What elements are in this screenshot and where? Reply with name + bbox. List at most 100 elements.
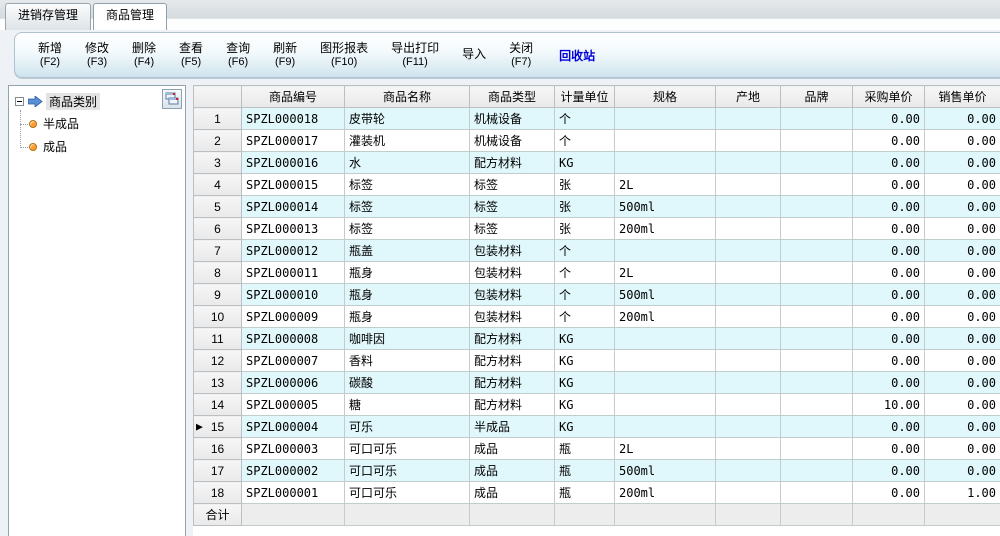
cell-unit[interactable]: 个 <box>555 262 615 284</box>
cell-name[interactable]: 标签 <box>345 218 470 240</box>
cell-brand[interactable] <box>781 416 853 438</box>
cell-name[interactable]: 咖啡因 <box>345 328 470 350</box>
cell-origin[interactable] <box>716 218 781 240</box>
cell-origin[interactable] <box>716 262 781 284</box>
cell-spec[interactable] <box>615 350 716 372</box>
cell-spec[interactable]: 500ml <box>615 284 716 306</box>
cell-sale[interactable]: 0.00 <box>925 262 1000 284</box>
cell-brand[interactable] <box>781 196 853 218</box>
cell-spec[interactable] <box>615 108 716 130</box>
cell-type[interactable]: 包装材料 <box>470 262 555 284</box>
cell-unit[interactable]: 个 <box>555 108 615 130</box>
cell-brand[interactable] <box>781 438 853 460</box>
cell-brand[interactable] <box>781 284 853 306</box>
cell-origin[interactable] <box>716 240 781 262</box>
column-header[interactable]: 品牌 <box>781 86 853 108</box>
cell-purchase[interactable]: 0.00 <box>853 350 925 372</box>
table-row[interactable]: 12SPZL000007香料配方材料KG0.000.00 <box>194 350 1000 372</box>
cell-purchase[interactable]: 0.00 <box>853 130 925 152</box>
cell-name[interactable]: 瓶身 <box>345 306 470 328</box>
cell-sale[interactable]: 0.00 <box>925 174 1000 196</box>
cell-origin[interactable] <box>716 482 781 504</box>
column-header[interactable]: 销售单价 <box>925 86 1000 108</box>
cell-name[interactable]: 糖 <box>345 394 470 416</box>
cell-type[interactable]: 机械设备 <box>470 108 555 130</box>
cell-unit[interactable]: 个 <box>555 240 615 262</box>
cell-spec[interactable] <box>615 416 716 438</box>
table-row[interactable]: 5SPZL000014标签标签张500ml0.000.00 <box>194 196 1000 218</box>
cell-brand[interactable] <box>781 152 853 174</box>
cell-type[interactable]: 配方材料 <box>470 350 555 372</box>
cell-name[interactable]: 香料 <box>345 350 470 372</box>
cell-purchase[interactable]: 0.00 <box>853 306 925 328</box>
cell-brand[interactable] <box>781 108 853 130</box>
cell-unit[interactable]: KG <box>555 152 615 174</box>
cell-unit[interactable]: 瓶 <box>555 482 615 504</box>
row-number-cell[interactable]: 4 <box>194 174 242 196</box>
cell-origin[interactable] <box>716 438 781 460</box>
cell-type[interactable]: 配方材料 <box>470 372 555 394</box>
cell-origin[interactable] <box>716 328 781 350</box>
cell-origin[interactable] <box>716 152 781 174</box>
cell-origin[interactable] <box>716 130 781 152</box>
toolbar-button-新增[interactable]: 新增 (F2) <box>31 39 69 71</box>
cell-type[interactable]: 半成品 <box>470 416 555 438</box>
cell-brand[interactable] <box>781 174 853 196</box>
column-header[interactable]: 规格 <box>615 86 716 108</box>
cell-unit[interactable]: 张 <box>555 196 615 218</box>
table-row[interactable]: 4SPZL000015标签标签张2L0.000.00 <box>194 174 1000 196</box>
cell-code[interactable]: SPZL000002 <box>242 460 345 482</box>
table-row[interactable]: 2SPZL000017灌装机机械设备个0.000.00 <box>194 130 1000 152</box>
cell-sale[interactable]: 0.00 <box>925 306 1000 328</box>
cell-brand[interactable] <box>781 262 853 284</box>
row-number-cell[interactable]: 7 <box>194 240 242 262</box>
cell-spec[interactable] <box>615 328 716 350</box>
row-number-cell[interactable]: 12 <box>194 350 242 372</box>
cell-purchase[interactable]: 0.00 <box>853 438 925 460</box>
cell-brand[interactable] <box>781 350 853 372</box>
cell-origin[interactable] <box>716 416 781 438</box>
cell-unit[interactable]: KG <box>555 372 615 394</box>
cell-spec[interactable]: 200ml <box>615 482 716 504</box>
cell-type[interactable]: 配方材料 <box>470 394 555 416</box>
cell-spec[interactable] <box>615 394 716 416</box>
cell-brand[interactable] <box>781 394 853 416</box>
cell-unit[interactable]: 个 <box>555 130 615 152</box>
table-row[interactable]: 16SPZL000003可口可乐成品瓶2L0.000.00 <box>194 438 1000 460</box>
cell-purchase[interactable]: 0.00 <box>853 328 925 350</box>
cell-unit[interactable]: KG <box>555 394 615 416</box>
cell-purchase[interactable]: 0.00 <box>853 482 925 504</box>
cell-origin[interactable] <box>716 350 781 372</box>
row-number-cell[interactable]: 10 <box>194 306 242 328</box>
cell-sale[interactable]: 0.00 <box>925 240 1000 262</box>
cell-spec[interactable]: 500ml <box>615 460 716 482</box>
cell-code[interactable]: SPZL000001 <box>242 482 345 504</box>
cell-spec[interactable]: 200ml <box>615 306 716 328</box>
table-row[interactable]: 8SPZL000011瓶身包装材料个2L0.000.00 <box>194 262 1000 284</box>
toolbar-button-查看[interactable]: 查看 (F5) <box>172 39 210 71</box>
cell-name[interactable]: 可口可乐 <box>345 482 470 504</box>
cell-purchase[interactable]: 0.00 <box>853 372 925 394</box>
column-header[interactable]: 商品类型 <box>470 86 555 108</box>
tab-product-management[interactable]: 商品管理 <box>93 3 167 30</box>
row-number-cell[interactable]: 6 <box>194 218 242 240</box>
row-number-cell[interactable]: 14 <box>194 394 242 416</box>
cell-sale[interactable]: 0.00 <box>925 196 1000 218</box>
cell-unit[interactable]: 张 <box>555 218 615 240</box>
cell-code[interactable]: SPZL000012 <box>242 240 345 262</box>
cell-code[interactable]: SPZL000007 <box>242 350 345 372</box>
row-number-cell[interactable]: 1 <box>194 108 242 130</box>
cell-name[interactable]: 标签 <box>345 196 470 218</box>
cell-origin[interactable] <box>716 108 781 130</box>
cell-type[interactable]: 成品 <box>470 460 555 482</box>
cell-code[interactable]: SPZL000017 <box>242 130 345 152</box>
table-row[interactable]: 1SPZL000018皮带轮机械设备个0.000.00 <box>194 108 1000 130</box>
cell-name[interactable]: 瓶盖 <box>345 240 470 262</box>
cell-sale[interactable]: 0.00 <box>925 416 1000 438</box>
cell-code[interactable]: SPZL000003 <box>242 438 345 460</box>
cell-spec[interactable] <box>615 130 716 152</box>
cell-purchase[interactable]: 0.00 <box>853 174 925 196</box>
table-row[interactable]: 11SPZL000008咖啡因配方材料KG0.000.00 <box>194 328 1000 350</box>
cell-brand[interactable] <box>781 372 853 394</box>
cell-code[interactable]: SPZL000004 <box>242 416 345 438</box>
